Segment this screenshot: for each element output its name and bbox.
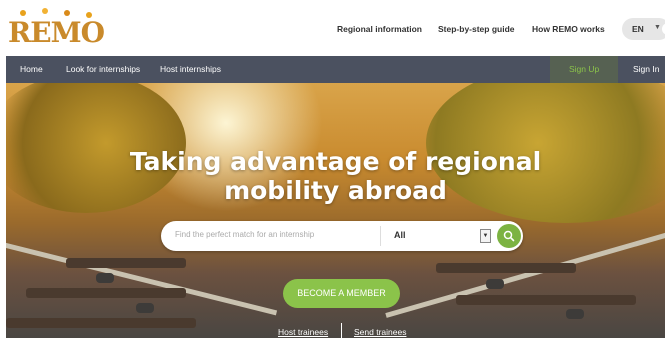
category-select[interactable]: All xyxy=(394,230,406,240)
rail-tie xyxy=(436,263,576,273)
top-header: REMO Regional information Step-by-step g… xyxy=(0,0,665,56)
hero-sublinks: Host trainees Send trainees xyxy=(6,323,665,338)
sign-up-button[interactable]: Sign Up xyxy=(550,56,618,83)
rail-bolt xyxy=(96,273,114,283)
remo-logo[interactable]: REMO xyxy=(8,8,105,49)
host-trainees-link[interactable]: Host trainees xyxy=(278,327,328,337)
rail-bolt xyxy=(136,303,154,313)
search-bar: All ▼ xyxy=(161,221,523,251)
search-divider xyxy=(380,226,381,246)
become-member-button[interactable]: BECOME A MEMBER xyxy=(283,279,400,308)
send-trainees-link[interactable]: Send trainees xyxy=(354,327,406,337)
logo-text: REMO xyxy=(8,16,105,49)
nav-regional-information[interactable]: Regional information xyxy=(337,24,422,34)
nav-home[interactable]: Home xyxy=(20,64,43,74)
chevron-down-icon: ▼ xyxy=(654,24,661,31)
nav-how-remo-works[interactable]: How REMO works xyxy=(532,24,605,34)
hero-title: Taking advantage of regional mobility ab… xyxy=(6,147,665,205)
hero-title-line: mobility abroad xyxy=(224,176,447,205)
search-button[interactable] xyxy=(497,224,521,248)
hero-title-line: Taking advantage of regional xyxy=(129,147,542,176)
sign-in-link[interactable]: Sign In xyxy=(633,64,659,74)
search-input[interactable] xyxy=(175,230,375,239)
nav-step-by-step-guide[interactable]: Step-by-step guide xyxy=(438,24,515,34)
search-icon xyxy=(503,230,515,242)
main-nav: Home Look for internships Host internshi… xyxy=(6,56,665,83)
rail-bolt xyxy=(566,309,584,319)
nav-host-internships[interactable]: Host internships xyxy=(160,64,221,74)
language-selector[interactable]: EN ▼ xyxy=(622,18,665,40)
rail-tie xyxy=(26,288,186,298)
rail-bolt xyxy=(486,279,504,289)
hero-banner: Taking advantage of regional mobility ab… xyxy=(6,83,665,338)
chevron-down-icon[interactable]: ▼ xyxy=(480,229,491,243)
sublink-divider xyxy=(341,323,342,338)
language-label: EN xyxy=(632,24,644,34)
rail-tie xyxy=(456,295,636,305)
rail-tie xyxy=(66,258,186,268)
sign-up-label: Sign Up xyxy=(569,64,600,74)
logo-dot xyxy=(42,8,48,14)
nav-look-for-internships[interactable]: Look for internships xyxy=(66,64,140,74)
